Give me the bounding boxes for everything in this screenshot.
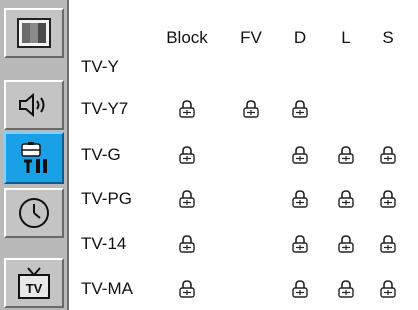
column-header-l: L (341, 28, 351, 47)
column-header-block: Block (166, 28, 208, 47)
toolbox-icon (16, 141, 52, 175)
rating-row-label[interactable]: TV-Y (81, 57, 119, 77)
rating-row-label[interactable]: TV-14 (81, 234, 126, 254)
rating-row-label[interactable]: TV-MA (81, 279, 133, 299)
lock-icon[interactable] (379, 146, 397, 164)
lock-icon[interactable] (337, 190, 355, 208)
tv-icon-label: TV (26, 281, 43, 296)
lock-icon[interactable] (178, 100, 196, 118)
column-header-d: D (293, 28, 307, 47)
parental-lock-rating-screen: TV Block FV D L S TV-Y TV-Y7 TV-G TV-PG TV-1… (0, 0, 418, 310)
lock-icon[interactable] (178, 280, 196, 298)
lock-icon[interactable] (379, 190, 397, 208)
menu-sidebar: TV (0, 0, 69, 310)
sidebar-item-tv[interactable]: TV (4, 258, 64, 308)
lock-icon[interactable] (337, 146, 355, 164)
clock-icon (17, 196, 51, 230)
rating-lock-table: Block FV D L S TV-Y TV-Y7 TV-G TV-PG TV-14 TV… (69, 0, 418, 310)
rating-row-label[interactable]: TV-PG (81, 189, 132, 209)
lock-icon[interactable] (337, 280, 355, 298)
lock-icon[interactable] (379, 235, 397, 253)
column-header-fv: FV (240, 28, 262, 47)
lock-icon[interactable] (379, 280, 397, 298)
sidebar-item-picture[interactable] (4, 8, 64, 58)
lock-icon[interactable] (291, 280, 309, 298)
lock-icon[interactable] (242, 100, 260, 118)
lock-icon[interactable] (291, 146, 309, 164)
lock-icon[interactable] (178, 146, 196, 164)
speaker-icon (17, 92, 51, 118)
lock-icon[interactable] (178, 190, 196, 208)
rating-row-label[interactable]: TV-G (81, 145, 121, 165)
tv-icon: TV (16, 266, 52, 300)
sidebar-item-time[interactable] (4, 188, 64, 238)
sidebar-item-sound[interactable] (4, 80, 64, 130)
lock-icon[interactable] (291, 235, 309, 253)
sidebar-item-setup[interactable] (4, 132, 64, 184)
lock-icon[interactable] (291, 100, 309, 118)
column-header-s: S (382, 28, 394, 47)
rating-row-label[interactable]: TV-Y7 (81, 99, 128, 119)
lock-icon[interactable] (178, 235, 196, 253)
picture-icon (17, 18, 51, 48)
lock-icon[interactable] (291, 190, 309, 208)
lock-icon[interactable] (337, 235, 355, 253)
